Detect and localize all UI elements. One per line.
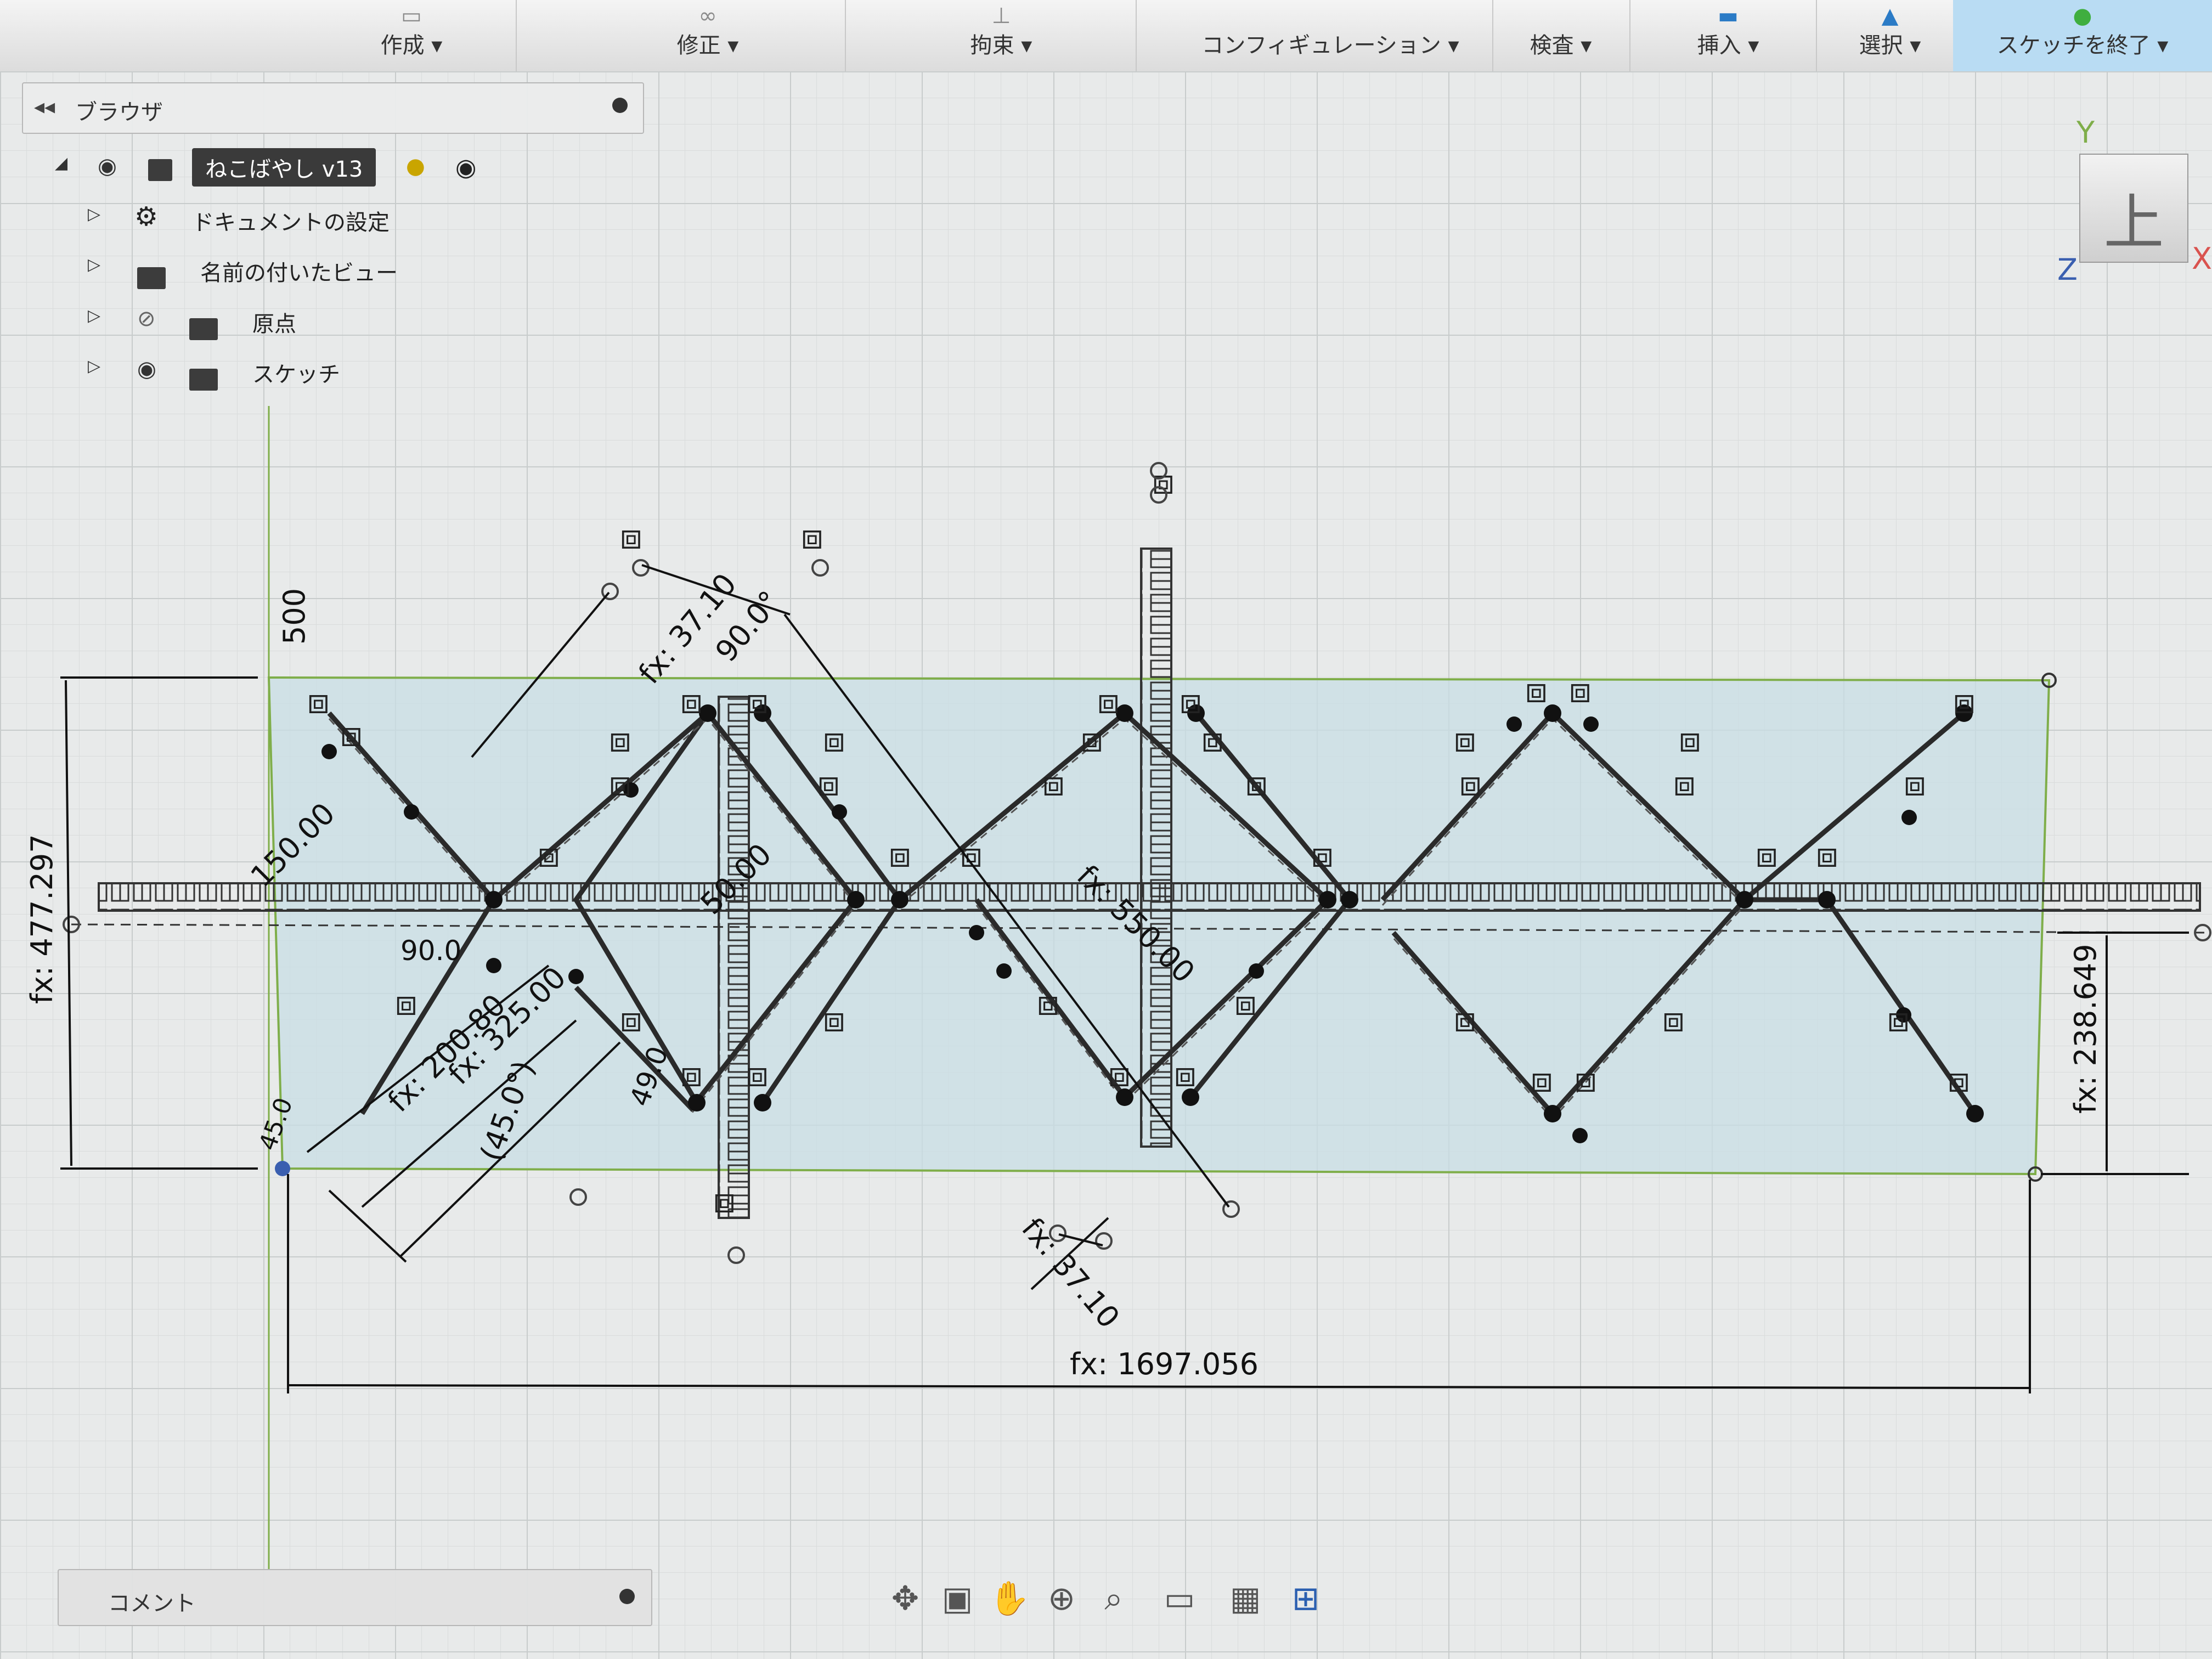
expand-triangle-icon[interactable]: ▷	[88, 255, 100, 274]
svg-text:⧈: ⧈	[1904, 764, 1926, 804]
origin-point	[275, 1161, 290, 1176]
svg-text:⧈: ⧈	[1525, 670, 1548, 711]
expand-triangle-icon[interactable]: ▷	[88, 357, 100, 376]
svg-text:⧈: ⧈	[340, 714, 363, 755]
svg-text:⧈: ⧈	[1097, 681, 1120, 722]
svg-text:⧈: ⧈	[1569, 670, 1592, 711]
tree-item-sketches[interactable]: ▷ ◉ スケッチ	[88, 347, 472, 391]
svg-text:⧈: ⧈	[1948, 1060, 1970, 1101]
version-badge-icon: ●	[406, 154, 425, 179]
axis-x-label: X	[2192, 241, 2212, 276]
svg-text:⧈: ⧈	[801, 517, 823, 557]
svg-text:⧈: ⧈	[1201, 720, 1224, 760]
svg-text:⧈: ⧈	[620, 517, 642, 557]
gear-icon: ⚙	[134, 201, 159, 232]
expand-triangle-icon[interactable]: ▷	[88, 205, 100, 224]
eye-icon[interactable]: ◉	[98, 154, 117, 179]
zoom-window-icon[interactable]: ⌕	[1092, 1577, 1136, 1621]
svg-text:⧈: ⧈	[1245, 764, 1268, 804]
svg-text:⧈: ⧈	[1081, 720, 1103, 760]
eye-hidden-icon[interactable]: ⊘	[137, 306, 156, 331]
tree-item-label: 名前の付いたビュー	[200, 261, 398, 286]
svg-text:⧈: ⧈	[1673, 764, 1696, 804]
svg-text:⧈: ⧈	[1531, 1060, 1553, 1101]
svg-text:⧈: ⧈	[746, 1054, 769, 1095]
svg-text:⧈: ⧈	[1454, 720, 1476, 760]
tree-item-label: ドキュメントの設定	[192, 210, 390, 235]
svg-text:⧈: ⧈	[1459, 764, 1482, 804]
svg-text:⧈: ⧈	[609, 720, 631, 760]
svg-text:⧈: ⧈	[1575, 1060, 1597, 1101]
svg-text:⧈: ⧈	[823, 720, 845, 760]
dim-height-right: fx: 238.649	[2068, 944, 2103, 1114]
comment-label: コメント	[108, 1591, 196, 1616]
orbit-icon[interactable]: ✥	[883, 1577, 927, 1621]
svg-text:⧈: ⧈	[1037, 983, 1059, 1024]
active-radio-icon[interactable]: ◉	[455, 154, 476, 182]
tree-item-label: スケッチ	[252, 362, 340, 387]
viewports-icon[interactable]: ⊞	[1284, 1577, 1328, 1621]
svg-text:⧈: ⧈	[1679, 720, 1701, 760]
pan-icon[interactable]: ✋	[988, 1577, 1031, 1621]
tree-item-named-views[interactable]: ▷ 名前の付いたビュー	[88, 245, 472, 289]
dim-vertical-500: 500	[277, 588, 312, 645]
dim-height-left: fx: 477.297	[25, 834, 59, 1004]
svg-text:⧈: ⧈	[680, 681, 703, 722]
display-icon[interactable]: ▭	[1158, 1577, 1201, 1621]
svg-text:⧈: ⧈	[1887, 1000, 1910, 1040]
view-cube-face[interactable]: 上	[2080, 173, 2187, 261]
tree-item-label: 原点	[252, 312, 296, 337]
svg-text:⧈: ⧈	[1454, 1000, 1476, 1040]
svg-text:⧈: ⧈	[1756, 835, 1778, 876]
svg-text:⧈: ⧈	[1180, 681, 1202, 722]
pin-icon[interactable]	[612, 98, 628, 113]
svg-text:⧈: ⧈	[746, 681, 769, 722]
svg-text:⧈: ⧈	[960, 835, 983, 876]
svg-text:⧈: ⧈	[1174, 1054, 1197, 1095]
svg-text:⧈: ⧈	[1234, 983, 1257, 1024]
svg-text:⧈: ⧈	[1311, 835, 1334, 876]
svg-text:⧈: ⧈	[620, 1000, 642, 1040]
eye-icon[interactable]: ◉	[137, 357, 156, 382]
expand-triangle-icon[interactable]: ▷	[88, 306, 100, 325]
view-cube[interactable]: 上	[2079, 154, 2188, 263]
tree-item-document-settings[interactable]: ▷ ⚙ ドキュメントの設定	[88, 195, 472, 239]
svg-text:⧈: ⧈	[823, 1000, 845, 1040]
dim-diag-37-bottom: fx: 37.10	[1015, 1211, 1126, 1335]
collapse-triangle-icon[interactable]: ◢	[55, 154, 67, 173]
browser-title: ブラウザ	[75, 100, 163, 125]
dim-angle-90-left: 90.0	[400, 935, 461, 967]
svg-text:⧈: ⧈	[1816, 835, 1838, 876]
svg-text:⧈: ⧈	[538, 835, 560, 876]
tree-root[interactable]: ◢ ◉ ねこばやし v13 ● ◉	[55, 144, 549, 188]
look-at-icon[interactable]: ▣	[935, 1577, 979, 1621]
zoom-icon[interactable]: ⊕	[1040, 1577, 1084, 1621]
grid-icon[interactable]: ▦	[1223, 1577, 1267, 1621]
vertical-rail-left[interactable]	[718, 696, 750, 1219]
axis-z-label: Z	[2057, 252, 2078, 287]
svg-text:⧈: ⧈	[307, 681, 330, 722]
tree-item-origin[interactable]: ▷ ⊘ 原点	[88, 296, 472, 340]
svg-text:⧈: ⧈	[395, 983, 417, 1024]
navigation-bar: ✥ ▣ ✋ ⊕ ⌕ ▭ ▦ ⊞	[883, 1569, 1377, 1629]
svg-text:⧈: ⧈	[1662, 1000, 1685, 1040]
collapse-panel-icon[interactable]: ◂◂	[34, 94, 55, 119]
root-component-name[interactable]: ねこばやし v13	[192, 148, 376, 187]
svg-text:⧈: ⧈	[1152, 462, 1175, 503]
svg-text:⧈: ⧈	[609, 764, 631, 804]
svg-text:⧈: ⧈	[1042, 764, 1065, 804]
svg-text:⧈: ⧈	[889, 835, 911, 876]
add-comment-icon[interactable]	[619, 1589, 635, 1604]
svg-text:⧈: ⧈	[680, 1054, 703, 1095]
svg-text:⧈: ⧈	[1953, 681, 1976, 722]
dim-total-width: fx: 1697.056	[1070, 1347, 1259, 1381]
browser-panel: ◂◂ ブラウザ	[22, 82, 644, 134]
svg-text:⧈: ⧈	[817, 764, 840, 804]
axis-y-label: Y	[2076, 115, 2095, 150]
comment-bar[interactable]: コメント	[58, 1569, 652, 1626]
svg-text:⧈: ⧈	[713, 1181, 736, 1221]
